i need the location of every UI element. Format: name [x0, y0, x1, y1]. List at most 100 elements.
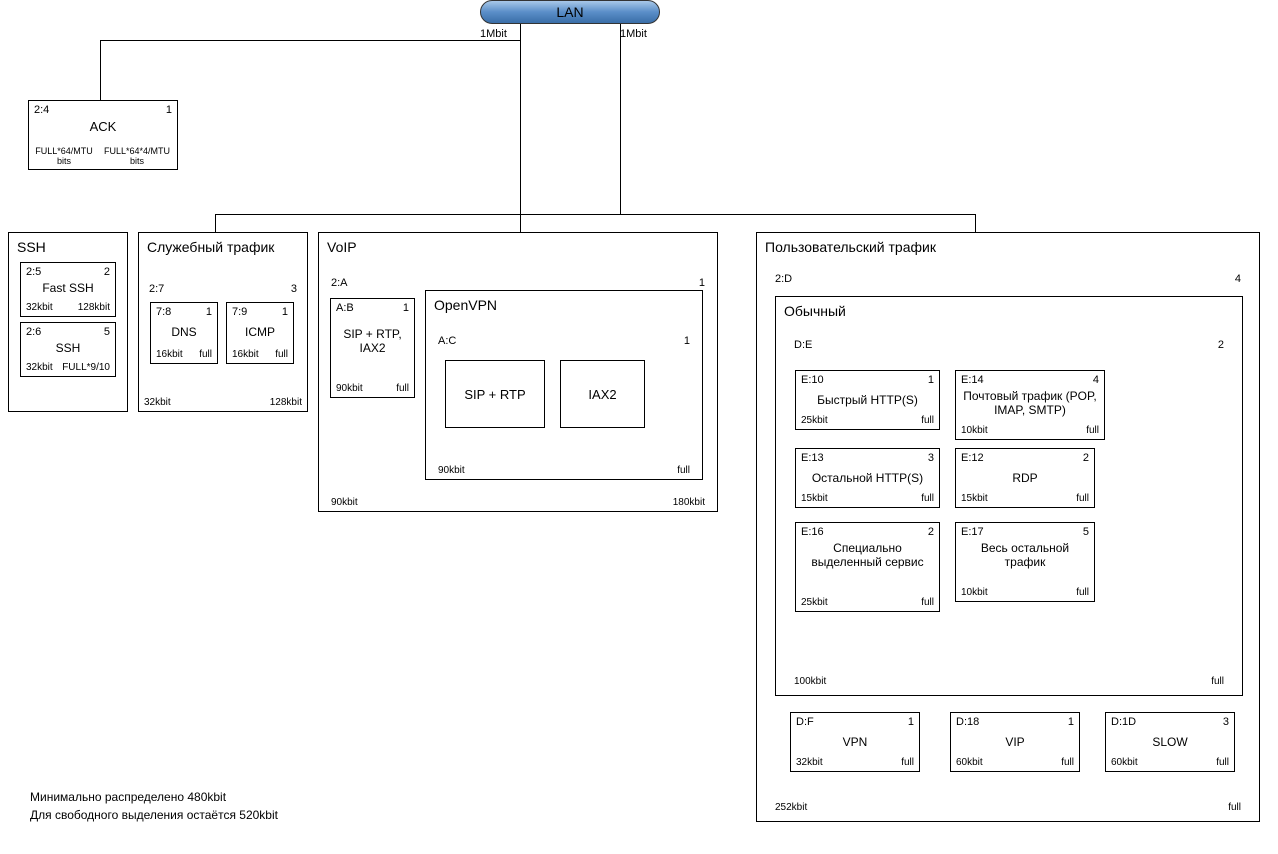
rdp-prio: 2 [1083, 452, 1089, 464]
fast-ssh-bl: 32kbit [26, 302, 53, 313]
special-box: E:16 2 Специально выделенный сервис 25kb… [795, 522, 940, 612]
ack-prio: 1 [166, 104, 172, 116]
vip-box: D:18 1 VIP 60kbit full [950, 712, 1080, 772]
slow-box: D:1D 3 SLOW 60kbit full [1105, 712, 1235, 772]
dns-id: 7:8 [156, 306, 171, 318]
connector [100, 40, 101, 100]
ssh-name: SSH [27, 341, 109, 355]
ack-br: FULL*64*4/MTU bits [102, 146, 172, 166]
voip-br: 180kbit [673, 497, 705, 508]
special-prio: 2 [928, 526, 934, 538]
connector [520, 214, 521, 232]
openvpn-prio: 1 [684, 335, 690, 347]
rest-all-prio: 5 [1083, 526, 1089, 538]
special-name: Специально выделенный сервис [802, 541, 933, 570]
rdp-box: E:12 2 RDP 15kbit full [955, 448, 1095, 508]
openvpn-br: full [677, 465, 690, 476]
sip-rtp-iax2-box: A:B 1 SIP + RTP, IAX2 90kbit full [330, 298, 415, 398]
footer-line1: Минимально распределено 480kbit [30, 790, 226, 804]
service-prio: 3 [291, 283, 297, 295]
voip-prio: 1 [699, 277, 705, 289]
fast-http-br: full [921, 415, 934, 426]
icmp-id: 7:9 [232, 306, 247, 318]
user-prio: 4 [1235, 273, 1241, 285]
icmp-bl: 16kbit [232, 349, 259, 360]
special-id: E:16 [801, 526, 824, 538]
vip-br: full [1061, 757, 1074, 768]
ack-box: 2:4 1 ACK FULL*64/MTU bits FULL*64*4/MTU… [28, 100, 178, 170]
user-bl: 252kbit [775, 802, 807, 813]
ssh-title: SSH [17, 239, 46, 255]
ssh-prio: 5 [104, 326, 110, 338]
sip-rtp-iax2-name: SIP + RTP, IAX2 [337, 327, 408, 356]
user-id: 2:D [775, 273, 792, 285]
vip-id: D:18 [956, 716, 979, 728]
rest-all-br: full [1076, 587, 1089, 598]
dns-bl: 16kbit [156, 349, 183, 360]
dns-br: full [199, 349, 212, 360]
slow-bl: 60kbit [1111, 757, 1138, 768]
service-bl: 32kbit [144, 397, 171, 408]
icmp-br: full [275, 349, 288, 360]
vip-prio: 1 [1068, 716, 1074, 728]
service-title: Служебный трафик [147, 239, 287, 255]
ssh-br: FULL*9/10 [62, 362, 110, 373]
rdp-bl: 15kbit [961, 493, 988, 504]
iax2-name: IAX2 [567, 387, 638, 402]
fast-http-id: E:10 [801, 374, 824, 386]
normal-id: D:E [794, 339, 812, 351]
lan-label: LAN [556, 4, 583, 20]
sip-rtp-iax2-prio: 1 [403, 302, 409, 314]
rest-http-name: Остальной HTTP(S) [802, 471, 933, 485]
iax2-box: IAX2 [560, 360, 645, 428]
dns-name: DNS [157, 325, 211, 339]
voip-bl: 90kbit [331, 497, 358, 508]
icmp-name: ICMP [233, 325, 287, 339]
normal-prio: 2 [1218, 339, 1224, 351]
rdp-name: RDP [962, 471, 1088, 485]
mail-prio: 4 [1093, 374, 1099, 386]
connector [100, 40, 520, 41]
dns-prio: 1 [206, 306, 212, 318]
slow-name: SLOW [1112, 735, 1228, 749]
connector [975, 214, 976, 232]
rdp-id: E:12 [961, 452, 984, 464]
sip-rtp-iax2-br: full [396, 383, 409, 394]
vip-name: VIP [957, 735, 1073, 749]
slow-prio: 3 [1223, 716, 1229, 728]
rest-http-prio: 3 [928, 452, 934, 464]
user-title: Пользовательский трафик [765, 239, 936, 255]
fast-ssh-prio: 2 [104, 266, 110, 278]
vpn-prio: 1 [908, 716, 914, 728]
sip-rtp-box: SIP + RTP [445, 360, 545, 428]
sip-rtp-iax2-id: A:B [336, 302, 354, 314]
dns-box: 7:8 1 DNS 16kbit full [150, 302, 218, 364]
rest-all-id: E:17 [961, 526, 984, 538]
fast-http-bl: 25kbit [801, 415, 828, 426]
mail-br: full [1086, 425, 1099, 436]
vpn-br: full [901, 757, 914, 768]
ack-bl: FULL*64/MTU bits [34, 146, 94, 166]
sip-rtp-name: SIP + RTP [452, 387, 538, 402]
mail-bl: 10kbit [961, 425, 988, 436]
ssh-box: 2:6 5 SSH 32kbit FULL*9/10 [20, 322, 116, 377]
rest-all-name: Весь остальной трафик [962, 541, 1088, 570]
slow-id: D:1D [1111, 716, 1136, 728]
voip-id: 2:A [331, 277, 348, 289]
ack-id: 2:4 [34, 104, 49, 116]
ssh-id: 2:6 [26, 326, 41, 338]
connector [620, 24, 621, 214]
footer-line2: Для свободного выделения остаётся 520kbi… [30, 808, 278, 822]
vip-bl: 60kbit [956, 757, 983, 768]
user-br: full [1228, 802, 1241, 813]
fast-ssh-id: 2:5 [26, 266, 41, 278]
openvpn-id: A:C [438, 335, 456, 347]
icmp-box: 7:9 1 ICMP 16kbit full [226, 302, 294, 364]
fast-http-name: Быстрый HTTP(S) [802, 393, 933, 407]
fast-ssh-box: 2:5 2 Fast SSH 32kbit 128kbit [20, 262, 116, 317]
lan-left-rate: 1Mbit [480, 28, 507, 40]
icmp-prio: 1 [282, 306, 288, 318]
connector [520, 24, 521, 214]
service-br: 128kbit [270, 397, 302, 408]
fast-http-prio: 1 [928, 374, 934, 386]
